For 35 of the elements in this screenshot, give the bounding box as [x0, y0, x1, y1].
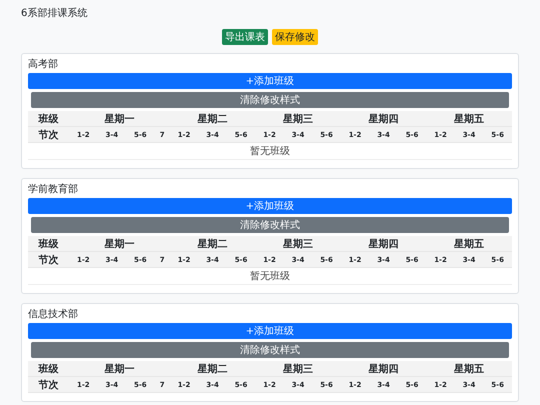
clear-style-button[interactable]: 清除修改样式 — [31, 342, 509, 358]
table-header: 星期一 — [69, 111, 170, 126]
table-header: 星期一 — [69, 361, 170, 376]
clear-style-button[interactable]: 清除修改样式 — [31, 217, 509, 233]
table-header: 节次 — [28, 126, 70, 142]
table-header: 星期五 — [426, 111, 512, 126]
table-header: 星期三 — [255, 236, 341, 252]
empty-message: 暂无班级 — [28, 268, 512, 284]
table-header: 星期二 — [170, 111, 256, 126]
table-header: 班级 — [28, 361, 70, 376]
save-button[interactable]: 保存修改 — [272, 29, 318, 45]
page-title: 6系部排课系统 — [21, 7, 88, 21]
export-button[interactable]: 导出课表 — [222, 29, 268, 45]
table-header: 班级 — [28, 111, 70, 126]
clear-style-button[interactable]: 清除修改样式 — [31, 92, 509, 108]
table-header: 星期三 — [255, 361, 341, 376]
table-header: 节次 — [28, 376, 70, 392]
table-header: 星期五 — [426, 236, 512, 252]
table-header: 星期二 — [170, 361, 256, 376]
table-header: 星期四 — [340, 236, 426, 252]
table-header: 星期四 — [340, 111, 426, 126]
add-class-button[interactable]: +添加班级 — [28, 323, 512, 339]
add-class-button[interactable]: +添加班级 — [28, 73, 512, 89]
department-title: 学前教育部 — [28, 183, 79, 196]
empty-message: 暂无班级 — [28, 142, 512, 160]
table-header: 星期二 — [170, 236, 256, 252]
table-header: 班级 — [28, 236, 70, 252]
add-class-button[interactable]: +添加班级 — [28, 198, 512, 214]
table-header: 星期三 — [255, 111, 341, 126]
department-title: 高考部 — [28, 58, 59, 71]
table-header: 星期一 — [69, 236, 170, 252]
table-header: 节次 — [28, 252, 70, 268]
table-header: 星期五 — [426, 361, 512, 376]
table-header: 星期四 — [340, 361, 426, 376]
department-title: 信息技术部 — [28, 308, 79, 321]
